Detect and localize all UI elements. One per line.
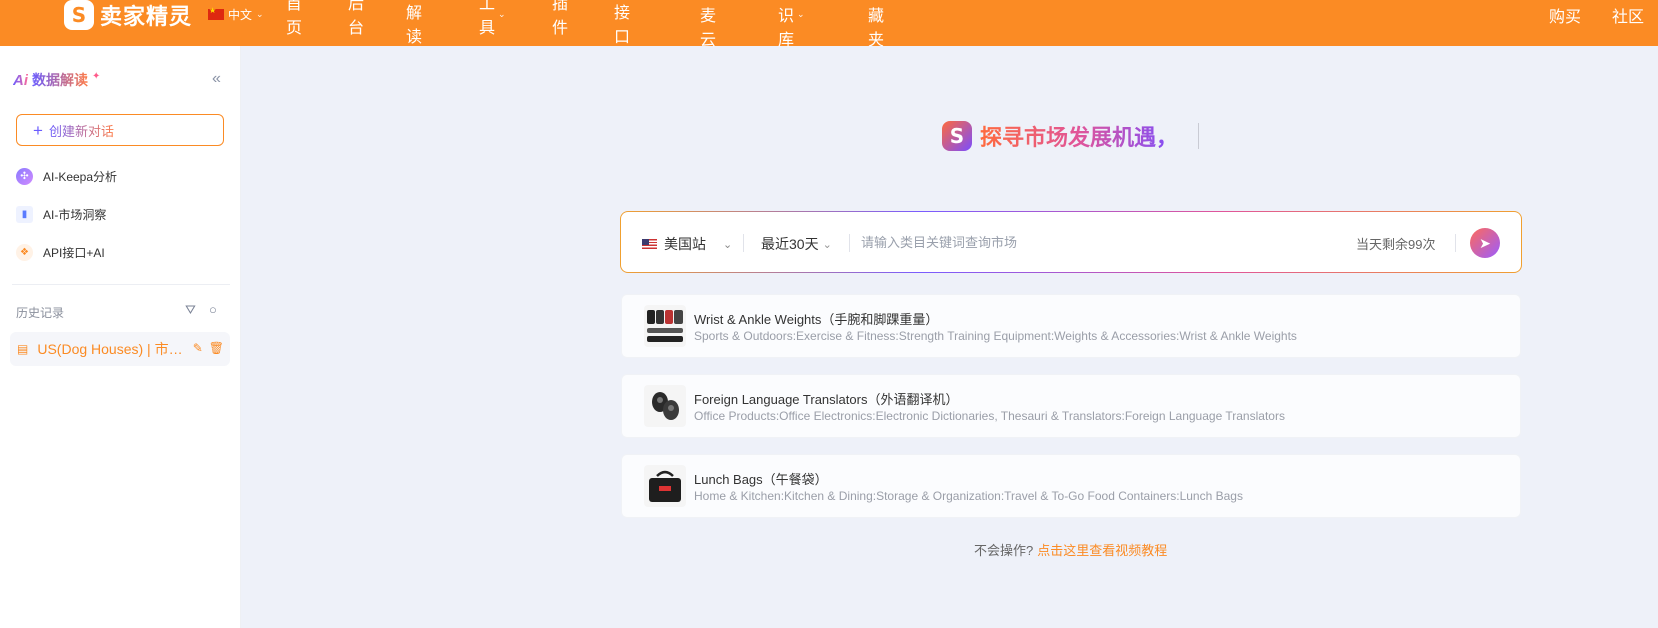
separator — [849, 234, 850, 252]
product-thumbnail — [644, 385, 686, 427]
sidebar-item-label: API接口+AI — [43, 246, 105, 260]
date-range-label: 最近30天 — [761, 236, 819, 252]
search-input[interactable] — [861, 230, 1341, 254]
search-bar-inner: 美国站 ⌄ 最近30天 ⌄ 当天剩余99次 ➤ — [621, 212, 1521, 272]
sidebar-item-keepa[interactable]: ✣ AI-Keepa分析 — [16, 168, 117, 185]
suggestion-title: Wrist & Ankle Weights（手腕和脚踝重量） — [694, 312, 939, 327]
sidebar-item-label: AI-Keepa分析 — [43, 170, 118, 184]
nav-favorites-label: 收藏夹 — [868, 0, 885, 49]
nav-api[interactable]: API接口 — [614, 3, 640, 46]
nav-backend[interactable]: 后台 — [348, 0, 364, 37]
suggestion-card[interactable]: Foreign Language Translators（外语翻译机） Offi… — [621, 374, 1521, 438]
video-tutorial-link[interactable]: 点击这里查看视频教程 — [1037, 540, 1167, 559]
nav-knowledge-label: 知识库 — [778, 0, 795, 49]
nav-ai-interpret-label: AI解读 — [406, 5, 423, 46]
nav-ai-interpret[interactable]: AI解读 — [406, 3, 422, 46]
chevron-down-icon: ⌄ — [498, 8, 506, 19]
chevron-down-icon: ⌄ — [256, 9, 264, 19]
edit-icon[interactable]: ✎ — [193, 341, 203, 355]
chevron-down-icon: ⌄ — [723, 238, 733, 251]
document-icon: ▤ — [17, 342, 29, 356]
sidebar-item-api-ai[interactable]: ❖ API接口+AI — [16, 244, 105, 261]
remaining-quota: 当天剩余99次 — [1356, 237, 1436, 252]
chevron-down-icon: ⌄ — [822, 238, 832, 251]
suggestion-title: Foreign Language Translators（外语翻译机） — [694, 392, 959, 407]
delete-icon[interactable]: 🗑 — [209, 341, 224, 355]
site-label: 美国站 — [664, 236, 706, 252]
logo-icon: S — [64, 0, 94, 30]
nav-plugins[interactable]: 插件 — [552, 0, 568, 37]
suggestion-category-path: Sports & Outdoors:Exercise & Fitness:Str… — [694, 329, 1297, 343]
weights-image-icon — [647, 310, 683, 342]
send-icon: ➤ — [1479, 234, 1491, 251]
logo[interactable]: S 卖家精灵 — [64, 0, 192, 30]
sidebar: Ai 数据解读 ✦ « + 创建新对话 ✣ AI-Keepa分析 ▮ AI-市场… — [0, 46, 241, 628]
china-flag-icon — [208, 6, 224, 20]
sidebar-item-label: AI-市场洞察 — [43, 208, 107, 222]
lunch-bag-image-icon — [649, 470, 681, 502]
date-range-selector[interactable]: 最近30天 ⌄ — [761, 234, 832, 254]
nav-tools[interactable]: 工具 ⌄ — [479, 0, 506, 37]
sparkle-icon: ✦ — [92, 70, 101, 82]
us-flag-icon — [642, 239, 657, 249]
separator — [1455, 234, 1456, 252]
filter-clear-icon[interactable]: ⛛ — [185, 302, 196, 318]
send-button[interactable]: ➤ — [1470, 228, 1500, 258]
nav-backend-label: 后台 — [348, 0, 365, 37]
nav-youmaiyun[interactable]: 优麦云 — [700, 0, 716, 49]
top-navbar: S 卖家精灵 中文 ⌄ 首页 后台 AI解读 工具⌄ 插件 API接口 优麦云 … — [0, 0, 1658, 49]
chart-icon: ▮ — [16, 206, 33, 223]
history-item-label: US(Dog Houses) | 市场洞察 — [37, 341, 187, 357]
sidebar-divider — [12, 284, 230, 285]
hero-heading: S 探寻市场发展机遇， — [942, 120, 1200, 152]
help-text: 不会操作? — [974, 543, 1034, 558]
suggestion-category-path: Office Products:Office Electronics:Elect… — [694, 409, 1285, 423]
typing-cursor — [1198, 123, 1200, 149]
new-chat-button[interactable]: + 创建新对话 — [16, 114, 224, 146]
help-line: 不会操作? 点击这里查看视频教程 — [974, 540, 1167, 559]
ai-brand-icon: Ai — [13, 71, 28, 89]
suggestion-title: Lunch Bags（午餐袋） — [694, 472, 828, 487]
nav-community[interactable]: 社区 — [1612, 3, 1644, 27]
hero-text: 探寻市场发展机遇， — [980, 120, 1178, 152]
plus-icon: + — [33, 120, 43, 140]
nav-plugins-label: 插件 — [552, 0, 569, 37]
product-thumbnail — [644, 465, 686, 507]
sidebar-header: Ai 数据解读 ✦ — [13, 70, 100, 90]
collapse-sidebar-icon[interactable]: « — [212, 70, 221, 88]
nav-home-label: 首页 — [286, 0, 303, 37]
nav-favorites[interactable]: 收藏夹 — [868, 0, 884, 49]
history-item[interactable]: ▤ US(Dog Houses) | 市场洞察 ✎ 🗑 — [10, 332, 230, 366]
suggestion-card[interactable]: Wrist & Ankle Weights（手腕和脚踝重量） Sports & … — [621, 294, 1521, 358]
translator-earbuds-image-icon — [652, 392, 679, 420]
brand-logo-icon: S — [942, 121, 972, 151]
product-thumbnail — [644, 305, 686, 347]
site-selector[interactable]: 美国站 ⌄ — [642, 234, 732, 254]
nav-knowledge[interactable]: 知识库⌄ — [778, 0, 805, 49]
sidebar-item-market-insight[interactable]: ▮ AI-市场洞察 — [16, 206, 106, 223]
api-icon: ❖ — [16, 244, 33, 261]
new-chat-label: 创建新对话 — [49, 121, 114, 140]
nav-home[interactable]: 首页 — [286, 0, 302, 37]
nav-api-label: API接口 — [614, 5, 631, 46]
language-selector[interactable]: 中文 ⌄ — [208, 6, 264, 23]
separator — [743, 234, 744, 252]
history-label: 历史记录 — [16, 306, 65, 320]
nav-youmaiyun-label: 优麦云 — [700, 0, 717, 49]
chevron-down-icon: ⌄ — [797, 8, 805, 19]
logo-text: 卖家精灵 — [100, 4, 193, 29]
keepa-icon: ✣ — [16, 168, 33, 185]
search-icon[interactable]: ○ — [209, 302, 217, 317]
suggestion-card[interactable]: Lunch Bags（午餐袋） Home & Kitchen:Kitchen &… — [621, 454, 1521, 518]
nav-tools-label: 工具 — [479, 0, 496, 37]
suggestion-category-path: Home & Kitchen:Kitchen & Dining:Storage … — [694, 489, 1243, 503]
search-bar: 美国站 ⌄ 最近30天 ⌄ 当天剩余99次 ➤ — [620, 211, 1522, 273]
history-item-actions: ✎ 🗑 — [193, 341, 224, 355]
sidebar-title: 数据解读 — [32, 72, 88, 88]
language-label: 中文 — [228, 8, 253, 22]
nav-buy[interactable]: 购买 — [1549, 3, 1581, 27]
